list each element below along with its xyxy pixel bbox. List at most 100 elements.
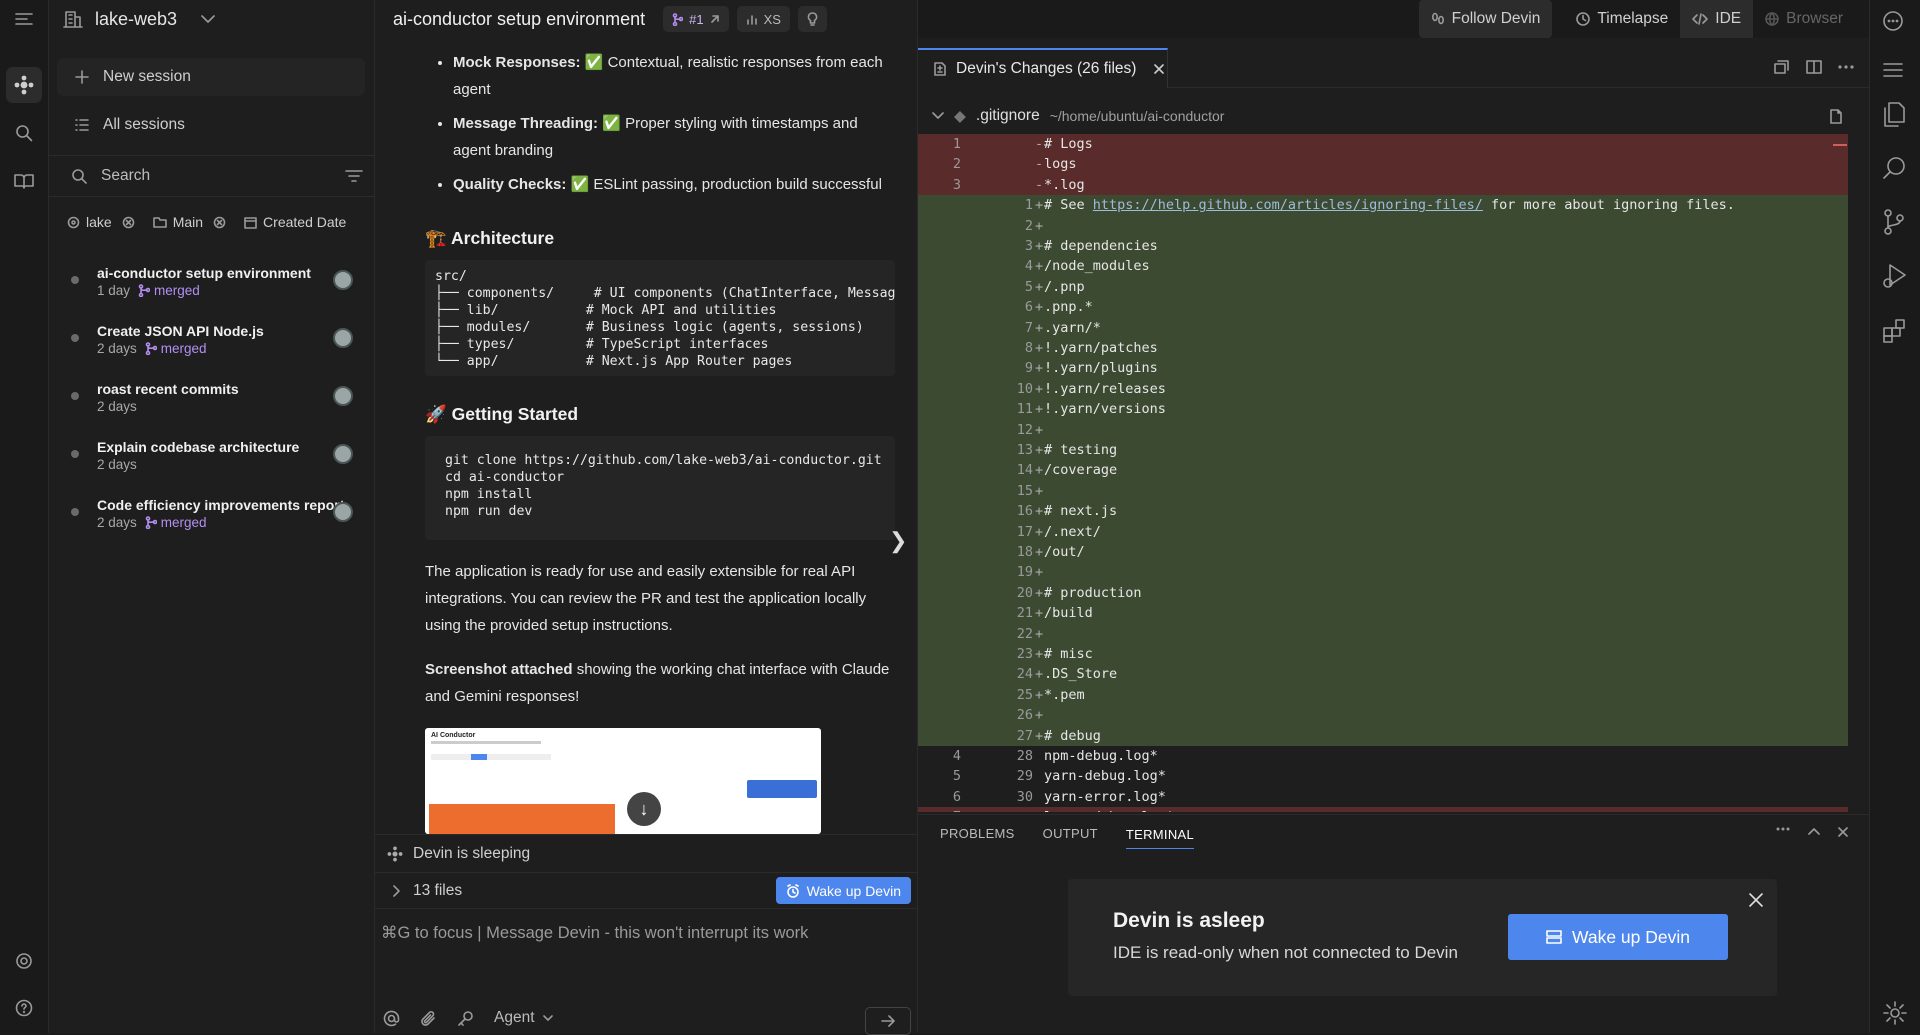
- diff-line: 5 +/.pnp: [918, 276, 1848, 298]
- session-status-dot: [71, 450, 79, 458]
- follow-devin-button[interactable]: Follow Devin: [1418, 0, 1553, 38]
- thumbnail-title: AI Conductor: [431, 732, 476, 739]
- book-icon[interactable]: [6, 163, 42, 199]
- send-button[interactable]: [865, 1007, 911, 1035]
- close-icon[interactable]: [1749, 893, 1763, 907]
- session-item[interactable]: roast recent commits 2 days: [57, 378, 365, 430]
- chevron-up-icon[interactable]: [1808, 827, 1820, 835]
- more-icon[interactable]: [1776, 827, 1790, 831]
- workspace-switcher[interactable]: lake-web3: [49, 0, 374, 38]
- line-text: # See https://help.github.com/articles/i…: [1044, 197, 1735, 214]
- diff-line: 2 +: [918, 215, 1848, 236]
- tab-terminal[interactable]: TERMINAL: [1125, 827, 1195, 849]
- session-status-dot: [71, 334, 79, 342]
- line-text: .pnp.*: [1044, 299, 1093, 316]
- menu-icon[interactable]: [1882, 62, 1904, 78]
- asleep-subtitle: IDE is read-only when not connected to D…: [1113, 943, 1458, 962]
- mention-icon[interactable]: [383, 1010, 400, 1027]
- sessions-icon[interactable]: [6, 67, 42, 103]
- avatar: [333, 270, 353, 290]
- left-rail: [0, 0, 49, 1033]
- lightbulb-icon: [807, 12, 818, 26]
- tab-problems[interactable]: PROBLEMS: [940, 826, 1015, 841]
- session-title: roast recent commits: [97, 381, 239, 397]
- source-control-icon[interactable]: [1882, 208, 1906, 236]
- clear-icon[interactable]: [122, 216, 135, 229]
- message-input[interactable]: ⌘G to focus | Message Devin - this won't…: [381, 923, 808, 943]
- new-line-number: 28: [1016, 748, 1033, 764]
- session-age: 1 day: [97, 283, 131, 298]
- summary-paragraph: The application is ready for use and eas…: [425, 563, 867, 634]
- diff-line: 15 +: [918, 480, 1848, 502]
- search-placeholder: Search: [101, 167, 151, 184]
- new-line-number: 15: [1016, 482, 1033, 499]
- server-icon: [1546, 930, 1562, 944]
- attached-screenshot[interactable]: AI Conductor ↓: [425, 728, 821, 834]
- diff-line: 12 +: [918, 419, 1848, 440]
- new-line-number: 24: [1016, 666, 1033, 683]
- session-search[interactable]: Search: [49, 155, 375, 197]
- session-item[interactable]: Create JSON API Node.js 2 days merged: [57, 320, 365, 372]
- link[interactable]: https://help.github.com/articles/ignorin…: [1093, 197, 1483, 213]
- close-icon[interactable]: [1838, 827, 1848, 837]
- changed-files-bar[interactable]: 13 files Wake up Devin: [375, 872, 917, 908]
- key-icon[interactable]: [457, 1010, 474, 1027]
- agent-mode-select[interactable]: Agent: [494, 1009, 553, 1027]
- devins-changes-tab[interactable]: Devin's Changes (26 files): [918, 48, 1168, 88]
- sort-filter-chip[interactable]: Created Date: [240, 212, 350, 232]
- workspace-name: lake-web3: [95, 8, 178, 29]
- collapse-arrow-icon[interactable]: ❯: [889, 528, 907, 554]
- attach-icon[interactable]: [420, 1010, 437, 1027]
- timelapse-tab[interactable]: Timelapse: [1564, 0, 1680, 38]
- all-sessions-button[interactable]: All sessions: [57, 106, 365, 144]
- browser-tab[interactable]: Browser: [1753, 0, 1855, 38]
- settings-icon[interactable]: [6, 943, 42, 979]
- run-debug-icon[interactable]: [1882, 262, 1908, 290]
- new-line-number: 27: [1016, 727, 1033, 744]
- diff-editor[interactable]: 1- # Logs 2- logs 3- *.log 1 + # See https://hel…: [918, 134, 1848, 812]
- clear-icon[interactable]: [213, 216, 226, 229]
- new-line-number: 23: [1016, 646, 1033, 662]
- split-editor-icon[interactable]: [1806, 60, 1822, 74]
- new-line-number: 11: [1016, 401, 1033, 418]
- search-icon[interactable]: [6, 115, 42, 151]
- session-item[interactable]: Code efficiency improvements report 2 da…: [57, 494, 365, 546]
- open-file-icon[interactable]: [1830, 108, 1842, 124]
- branch-filter-chip[interactable]: Main: [149, 212, 230, 232]
- repo-filter-chip[interactable]: lake: [63, 212, 139, 232]
- diff-line: 25 + *.pem: [918, 684, 1848, 706]
- wake-up-button[interactable]: Wake up Devin: [1508, 914, 1728, 960]
- new-line-number: 14: [1016, 462, 1033, 479]
- extensions-icon[interactable]: [1882, 318, 1908, 344]
- wake-up-button[interactable]: Wake up Devin: [775, 877, 911, 904]
- files-icon[interactable]: [1882, 102, 1906, 128]
- new-line-number: 2: [1024, 217, 1033, 234]
- tab-output[interactable]: OUTPUT: [1043, 826, 1098, 841]
- line-text: yarn-debug.log*: [1044, 768, 1166, 785]
- gear-icon[interactable]: [1882, 1000, 1908, 1026]
- new-session-label: New session: [103, 68, 191, 85]
- session-item[interactable]: ai-conductor setup environment 1 day mer…: [57, 262, 365, 314]
- new-session-button[interactable]: New session: [57, 58, 365, 96]
- collapse-all-icon[interactable]: [1774, 60, 1790, 74]
- session-item[interactable]: Explain codebase architecture 2 days: [57, 436, 365, 488]
- more-icon[interactable]: [1838, 60, 1854, 74]
- ide-tab[interactable]: IDE: [1680, 0, 1754, 38]
- session-status-dot: [71, 392, 79, 400]
- filter-icon[interactable]: [345, 170, 363, 182]
- chat-bubble-icon[interactable]: [1882, 10, 1904, 32]
- filter-label: Created Date: [263, 214, 347, 230]
- sessions-sidebar: lake-web3 New session All sessions Searc…: [49, 0, 375, 1033]
- search-icon[interactable]: [1882, 156, 1906, 180]
- size-badge[interactable]: XS: [736, 6, 790, 32]
- old-line-number: 4: [952, 748, 961, 764]
- pr-link-button[interactable]: #1: [663, 6, 729, 32]
- scroll-down-icon[interactable]: ↓: [627, 792, 661, 826]
- filter-label: lake: [86, 214, 112, 230]
- close-icon[interactable]: [1154, 64, 1165, 74]
- idea-button[interactable]: [797, 6, 827, 32]
- line-text: !.yarn/patches: [1044, 340, 1158, 356]
- file-header[interactable]: ◆ .gitignore ~/home/ubuntu/ai-conductor: [918, 103, 1870, 129]
- menu-icon[interactable]: [6, 1, 42, 37]
- help-icon[interactable]: [6, 990, 42, 1026]
